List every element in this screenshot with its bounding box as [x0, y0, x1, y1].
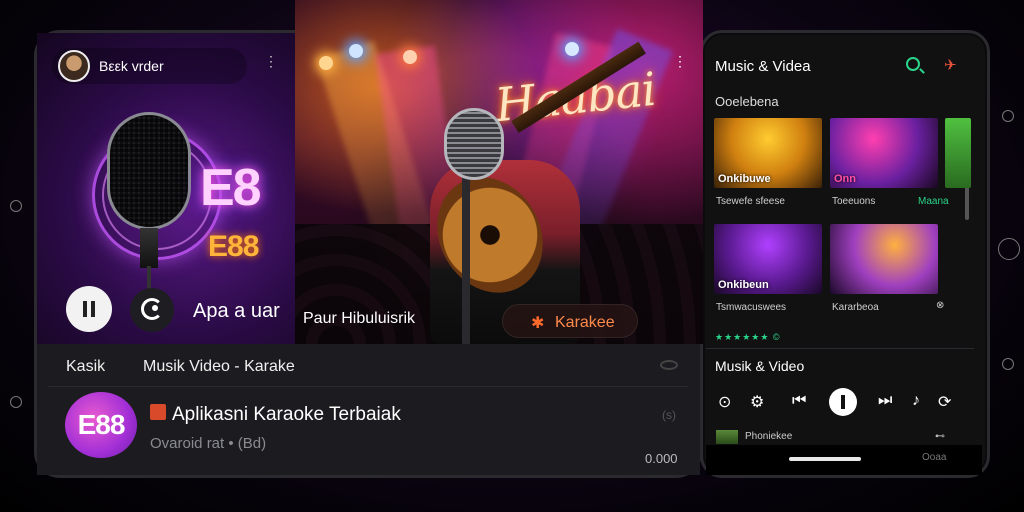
info-icon[interactable]: (s): [662, 408, 676, 422]
video-more-icon[interactable]: ⋮: [673, 54, 687, 68]
singer-mic-stand: [462, 178, 470, 344]
side-button: [10, 200, 22, 212]
tab-kasik[interactable]: Kasik: [66, 358, 105, 376]
cast-icon[interactable]: ⊷: [935, 431, 945, 442]
thumbnail-label: Onn: [834, 173, 856, 185]
repeat-button[interactable]: [130, 288, 174, 332]
mic-icon: ✱: [531, 315, 545, 332]
stage-light: [319, 56, 333, 70]
thumbnail-caption: Kararbeoa: [832, 302, 879, 313]
microphone-image: [107, 112, 191, 230]
video-thumbnail[interactable]: Onkibuwe: [714, 118, 822, 188]
stage-light: [403, 50, 417, 64]
side-label: Apa a uar: [193, 300, 280, 322]
app-subtitle: Ovaroid rat • (Bd): [150, 435, 267, 452]
video-thumbnail[interactable]: [945, 118, 971, 188]
app-title: Aplikasni Karaoke Terbaiak: [172, 404, 401, 425]
rating-stars: ★★★★★★ ©: [715, 332, 781, 342]
side-button: [1002, 358, 1014, 370]
section-title: Ooelebena: [715, 94, 779, 109]
home-indicator[interactable]: [789, 457, 861, 461]
side-button: [1002, 110, 1014, 122]
prev-icon[interactable]: ⏮: [792, 392, 806, 410]
brand-logo-large: E8: [200, 159, 262, 217]
shuffle-icon[interactable]: ⚙: [750, 392, 764, 412]
right-app-title: Music & Videa: [715, 58, 811, 75]
avatar[interactable]: [58, 50, 90, 82]
profile-name: Bεεk vrder: [99, 58, 164, 74]
karaoke-button[interactable]: ✱ Karakee: [502, 304, 638, 338]
thumbnail-caption: Tsmwacuswees: [716, 302, 787, 313]
video-thumbnail[interactable]: Onkibeun: [714, 224, 822, 294]
thumbnail-caption: Tsewefe sfeese: [716, 196, 785, 207]
brand-logo-small: E88: [208, 230, 259, 263]
thumbnail-caption: Toeeuons: [832, 196, 876, 207]
singer-microphone: [444, 108, 504, 180]
more-icon[interactable]: ⊗: [936, 300, 944, 311]
thumbnail-caption-extra: Maana: [918, 196, 949, 207]
tab-musik-video[interactable]: Musik Video - Karake: [143, 358, 295, 376]
thumbnail-label: Onkibeun: [718, 279, 769, 291]
player-title: Musik & Video: [715, 358, 805, 374]
repeat-icon[interactable]: ⟳: [938, 392, 951, 412]
app-logo[interactable]: E88: [65, 392, 137, 458]
eye-icon[interactable]: [660, 360, 678, 370]
more-icon[interactable]: ⋮: [264, 54, 278, 68]
footer-text: Ooaa: [922, 452, 947, 463]
video-thumbnail[interactable]: [830, 224, 938, 294]
location-icon[interactable]: ⊙: [718, 392, 731, 412]
video-caption: Paur Hibuluisrik: [303, 310, 416, 327]
stage-light: [349, 44, 363, 58]
repeat-icon: [141, 298, 163, 320]
pin-icon[interactable]: ✈: [944, 56, 957, 74]
count-label: 0.000: [645, 451, 678, 466]
side-button: [998, 238, 1020, 260]
microphone-neck: [140, 228, 158, 268]
divider: [48, 386, 688, 387]
divider: [706, 348, 974, 349]
screenshot-stage: Bεεk vrder ⋮ E8 E88 Apa a uar ⋮ Haabai P…: [0, 0, 1024, 512]
mini-label: Phoniekee: [745, 431, 793, 442]
stage-light: [565, 42, 579, 56]
karaoke-button-label: Karakee: [555, 314, 615, 331]
app-badge-icon: [150, 404, 166, 420]
volume-icon[interactable]: ♪: [912, 392, 920, 410]
thumbnail-label: Onkibuwe: [718, 173, 771, 185]
pause-button[interactable]: [66, 286, 112, 332]
play-button[interactable]: [829, 388, 857, 416]
next-icon[interactable]: ⏭: [878, 392, 892, 410]
side-button: [10, 396, 22, 408]
mini-thumbnail[interactable]: [716, 430, 738, 444]
video-thumbnail[interactable]: Onn: [830, 118, 938, 188]
search-icon[interactable]: [906, 57, 920, 71]
